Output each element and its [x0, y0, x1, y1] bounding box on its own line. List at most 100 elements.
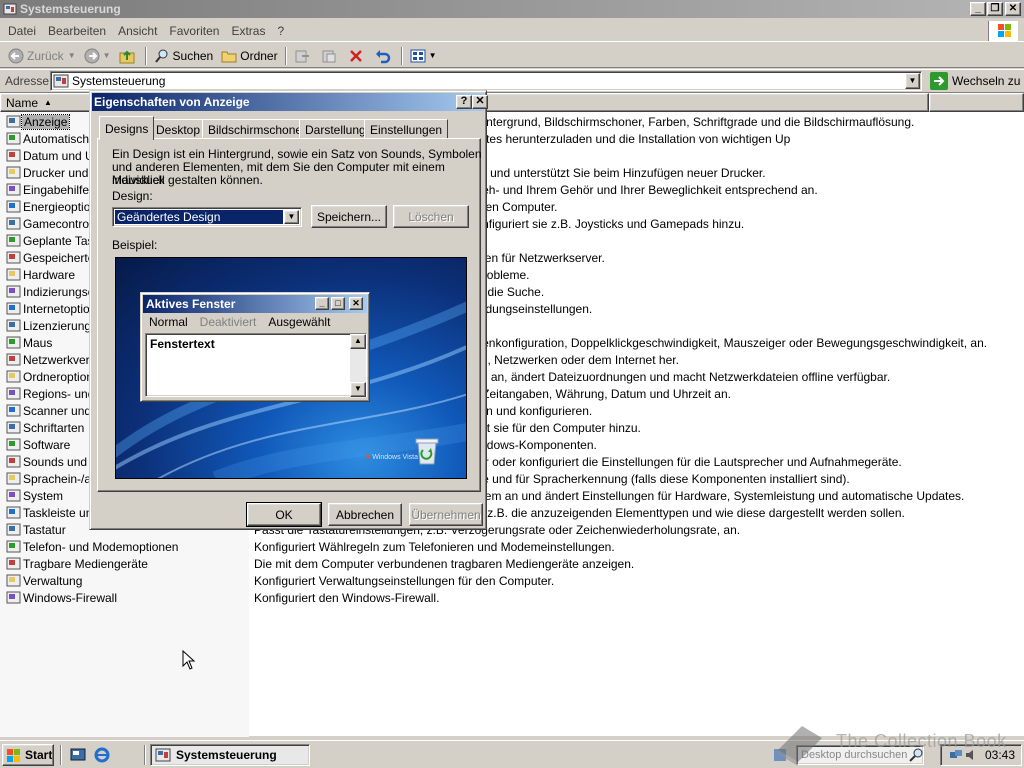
list-item-name: Schriftarten [23, 421, 85, 435]
list-item-name: System [23, 489, 64, 503]
search-label: Suchen [172, 48, 214, 63]
menu-datei[interactable]: Datei [2, 21, 42, 41]
forward-arrow-icon [84, 48, 100, 64]
control-panel-item-icon [6, 199, 21, 214]
undo-icon [375, 48, 391, 64]
views-icon [410, 48, 426, 64]
show-desktop-icon[interactable] [70, 747, 86, 763]
control-panel-item-icon [6, 590, 21, 605]
list-item[interactable]: Verwaltung Konfiguriert Verwaltungseinste… [0, 572, 1024, 589]
apply-button[interactable]: Übernehmen [409, 503, 483, 526]
control-panel-item-icon [6, 182, 21, 197]
address-input[interactable]: Systemsteuerung ▼ [50, 71, 922, 91]
ok-label: OK [275, 507, 293, 522]
preview-active-window: Aktives Fenster _ □ ✕ Normal Deaktiviert… [140, 292, 370, 402]
tab-desktop[interactable]: Desktop [150, 119, 207, 139]
menu-ansicht[interactable]: Ansicht [112, 21, 163, 41]
start-label: Start [25, 748, 53, 762]
control-panel-item-icon [6, 556, 21, 571]
forward-dropdown-icon[interactable]: ▼ [103, 51, 111, 60]
menu-bearbeiten[interactable]: Bearbeiten [42, 21, 112, 41]
control-panel-item-icon [6, 284, 21, 299]
control-panel-item-icon [6, 471, 21, 486]
control-panel-item-icon [6, 131, 21, 146]
recycle-bin-icon [414, 436, 440, 466]
control-panel-item-icon [6, 148, 21, 163]
design-selected-value: Geändertes Design [114, 209, 284, 225]
window-titlebar[interactable]: Systemsteuerung _ ❐ ✕ [0, 0, 1024, 18]
help-button[interactable]: ? [456, 95, 472, 109]
back-dropdown-icon[interactable]: ▼ [68, 51, 76, 60]
list-item-description: Konfiguriert Verwaltungseinstellungen fü… [254, 574, 555, 588]
list-item-name: Verwaltung [23, 574, 83, 588]
control-panel-icon [3, 2, 17, 16]
move-to-button[interactable] [290, 46, 317, 66]
sample-label: Beispiel: [112, 238, 158, 252]
preview-window-titlebar: Aktives Fenster _ □ ✕ [143, 295, 367, 313]
menu-extras[interactable]: Extras [225, 21, 271, 41]
views-button[interactable]: ▼ [406, 46, 441, 66]
copy-to-button[interactable] [317, 46, 344, 66]
address-bar: Adresse Systemsteuerung ▼ Wechseln zu [0, 69, 1024, 91]
chevron-down-icon[interactable]: ▼ [284, 210, 299, 224]
list-item[interactable]: Windows-Firewall Konfiguriert den Windows… [0, 589, 1024, 606]
close-button[interactable]: ✕ [1005, 2, 1021, 16]
ok-button[interactable]: OK [246, 502, 322, 527]
toolbar-separator [284, 46, 287, 65]
up-button[interactable] [115, 46, 142, 66]
design-dropdown[interactable]: Geändertes Design ▼ [112, 207, 302, 227]
address-dropdown-icon[interactable]: ▼ [905, 73, 920, 89]
dialog-close-button[interactable]: ✕ [472, 95, 488, 109]
toolbar-separator [144, 46, 147, 65]
internet-explorer-icon[interactable] [94, 747, 110, 763]
control-panel-item-icon [6, 165, 21, 180]
delete-button[interactable] [344, 46, 371, 66]
delete-design-button[interactable]: Löschen [393, 205, 469, 228]
windows-flag-icon [6, 747, 22, 763]
forward-button[interactable]: ▼ [80, 46, 115, 66]
views-dropdown-icon[interactable]: ▼ [429, 51, 437, 60]
design-label: Design: [112, 189, 153, 203]
back-button[interactable]: Zurück ▼ [4, 46, 80, 66]
start-button[interactable]: Start [2, 744, 54, 766]
folder-up-icon [119, 48, 135, 64]
column-extra-header[interactable] [929, 93, 1024, 112]
list-item[interactable]: Telefon- und Modemoptionen Konfiguriert W… [0, 538, 1024, 555]
list-item-description: Konfiguriert Wählregeln zum Telefonieren… [254, 540, 615, 554]
tab-appearance[interactable]: Darstellung [299, 119, 372, 139]
preview-scrollbar: ▲ ▼ [350, 334, 366, 398]
preview-minimize-icon: _ [315, 297, 329, 310]
toolbar: Zurück ▼ ▼ Suchen Ordner ▼ [0, 44, 1024, 68]
control-panel-item-icon [6, 539, 21, 554]
list-item-name: Maus [23, 336, 53, 350]
tab-designs[interactable]: Designs [99, 116, 155, 140]
cancel-button[interactable]: Abbrechen [328, 503, 402, 526]
list-item-name: Lizenzierung [23, 319, 92, 333]
restore-button[interactable]: ❐ [987, 2, 1003, 16]
control-panel-item-icon [6, 233, 21, 248]
control-panel-item-icon [6, 369, 21, 384]
tab-screensaver[interactable]: Bildschirmschoner [202, 119, 313, 139]
list-item[interactable]: Tragbare Mediengeräte Die mit dem Compute… [0, 555, 1024, 572]
menu-favoriten[interactable]: Favoriten [163, 21, 225, 41]
go-button[interactable]: Wechseln zu [928, 71, 1020, 91]
task-systemsteuerung[interactable]: Systemsteuerung [150, 744, 310, 766]
preview-window-text-area: Fenstertext ▲ ▼ [145, 333, 367, 398]
address-label: Adresse [5, 73, 50, 88]
taskbar-separator [60, 745, 62, 765]
menu-help[interactable]: ? [271, 21, 290, 41]
save-button[interactable]: Speichern... [311, 205, 387, 228]
apply-label: Übernehmen [411, 507, 481, 522]
minimize-button[interactable]: _ [970, 2, 986, 16]
preview-window-title: Aktives Fenster [146, 297, 236, 311]
folders-button[interactable]: Ordner [217, 46, 281, 66]
control-panel-item-icon [6, 454, 21, 469]
back-label: Zurück [27, 48, 64, 63]
preview-windows-logo: ■ Windows Vista [366, 454, 418, 461]
search-button[interactable]: Suchen [150, 46, 218, 66]
scroll-up-icon: ▲ [350, 334, 366, 349]
undo-button[interactable] [371, 46, 398, 66]
tab-settings[interactable]: Einstellungen [364, 119, 449, 139]
dialog-titlebar[interactable]: Eigenschaften von Anzeige ? ✕ [92, 93, 488, 111]
list-item-name: Telefon- und Modemoptionen [23, 540, 179, 554]
